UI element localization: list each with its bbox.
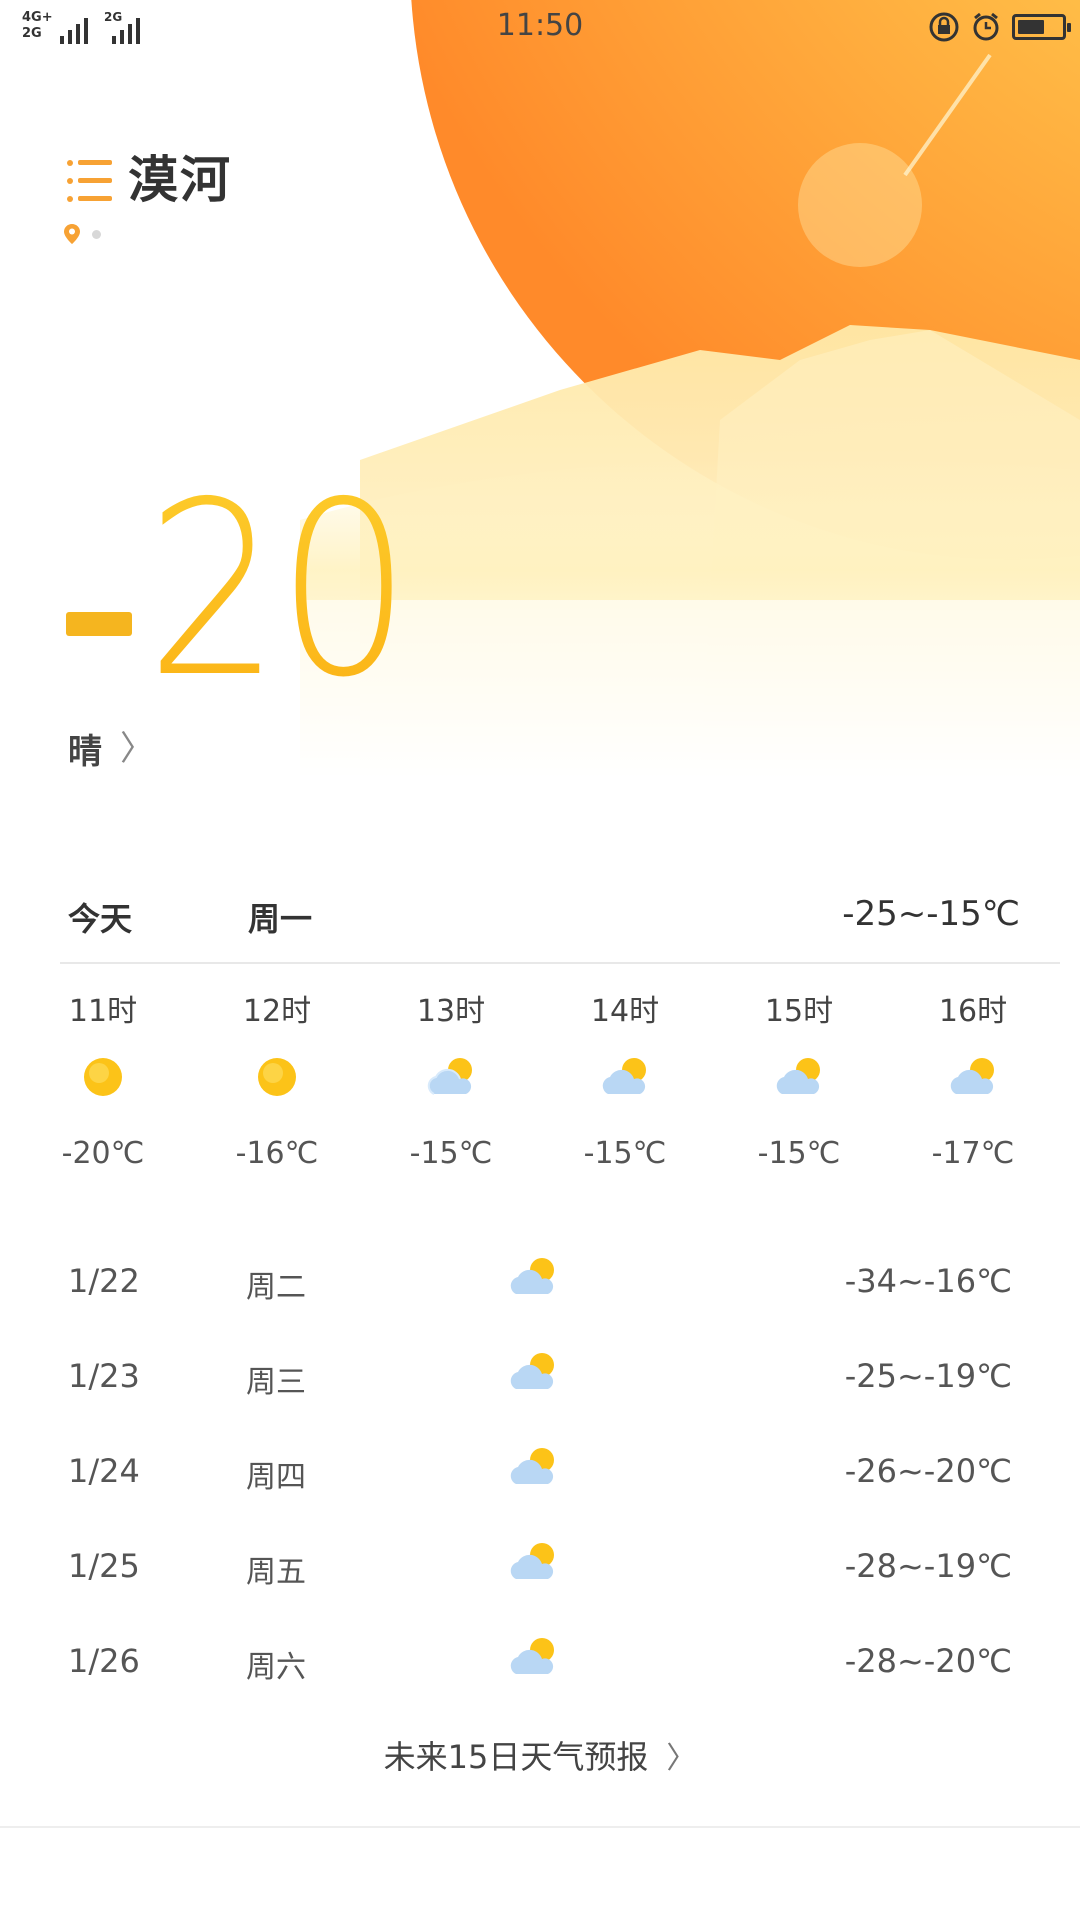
day-temp-range: -28~-19℃	[844, 1547, 1012, 1585]
current-temperature: 20	[66, 470, 443, 710]
partly-cloudy-icon	[510, 1543, 554, 1579]
rotation-lock-icon	[929, 12, 959, 42]
day-temp-range: -34~-16℃	[844, 1262, 1012, 1300]
page-indicator	[64, 222, 101, 246]
divider	[60, 962, 1060, 964]
partly-cloudy-icon	[510, 1258, 554, 1294]
day-temp-range: -25~-19℃	[844, 1357, 1012, 1395]
status-bar: 4G+ 2G 2G 11:50	[0, 0, 1080, 54]
partly-cloudy-icon	[510, 1448, 554, 1484]
today-summary: 今天 周一 -25~-15℃	[60, 890, 1020, 940]
daily-forecast-row[interactable]: 1/22 周二 -34~-16℃	[60, 1254, 1020, 1314]
hour-temp: -15℃	[757, 1136, 841, 1171]
partly-cloudy-icon	[950, 1058, 994, 1094]
battery-icon	[1012, 14, 1071, 40]
day-date: 1/24	[68, 1452, 140, 1490]
daily-forecast-row[interactable]: 1/25 周五 -28~-19℃	[60, 1539, 1020, 1599]
hour-item: 14时 -15℃	[552, 992, 698, 1171]
hour-label: 13时	[416, 994, 486, 1029]
menu-list-icon[interactable]	[66, 158, 114, 204]
page-dot	[92, 229, 101, 239]
day-date: 1/22	[68, 1262, 140, 1300]
15-day-forecast-link[interactable]: 未来15日天气预报〉	[0, 1732, 1080, 1778]
daily-forecast-row[interactable]: 1/23 周三 -25~-19℃	[60, 1349, 1020, 1409]
day-temp-range: -28~-20℃	[844, 1642, 1012, 1680]
day-weekday: 周三	[246, 1365, 306, 1400]
today-label: 今天	[68, 900, 133, 938]
hour-temp: -20℃	[61, 1136, 145, 1171]
partly-cloudy-icon	[776, 1058, 820, 1094]
daily-forecast-row[interactable]: 1/24 周四 -26~-20℃	[60, 1444, 1020, 1504]
location-pin-icon	[64, 224, 80, 244]
hour-temp: -17℃	[931, 1136, 1015, 1171]
day-date: 1/23	[68, 1357, 140, 1395]
hour-label: 12时	[242, 994, 312, 1029]
today-temp-range: -25~-15℃	[842, 894, 1020, 934]
weather-condition-link[interactable]: 晴 〉	[68, 724, 154, 773]
sun-icon	[84, 1058, 122, 1096]
hour-temp: -15℃	[583, 1136, 667, 1171]
partly-cloudy-icon	[427, 1058, 472, 1095]
partly-cloudy-icon	[510, 1353, 554, 1389]
day-weekday: 周六	[246, 1650, 306, 1685]
status-time: 11:50	[496, 8, 584, 43]
daily-forecast-row[interactable]: 1/26 周六 -28~-20℃	[60, 1634, 1020, 1694]
day-weekday: 周五	[246, 1555, 306, 1590]
day-date: 1/25	[68, 1547, 140, 1585]
today-weekday: 周一	[248, 900, 313, 938]
divider	[0, 1826, 1080, 1828]
sun-icon	[258, 1058, 296, 1096]
hour-item: 13时 -15℃	[378, 992, 524, 1171]
hour-item: 16时 -17℃	[900, 992, 1046, 1171]
city-name[interactable]: 漠河	[128, 140, 232, 212]
chevron-right-icon: 〉	[120, 728, 154, 769]
hour-item: 12时 -16℃	[204, 992, 350, 1171]
forecast-link-label: 未来15日天气预报	[383, 1738, 649, 1776]
hour-temp: -16℃	[235, 1136, 319, 1171]
hourly-forecast[interactable]: 11时 -20℃ 12时 -16℃ 13时 -15℃ 14时 -15℃ 15时 …	[30, 992, 1050, 1192]
day-weekday: 周四	[246, 1460, 306, 1495]
hour-label: 16时	[938, 994, 1008, 1029]
hour-label: 14时	[590, 994, 660, 1029]
day-weekday: 周二	[246, 1270, 306, 1305]
hour-item: 11时 -20℃	[30, 992, 176, 1171]
hour-temp: -15℃	[409, 1136, 493, 1171]
day-temp-range: -26~-20℃	[844, 1452, 1012, 1490]
condition-text: 晴	[68, 732, 102, 772]
temperature-minus-sign	[66, 612, 132, 636]
temperature-value: 20	[146, 450, 411, 730]
alarm-icon	[973, 12, 999, 41]
day-date: 1/26	[68, 1642, 140, 1680]
partly-cloudy-icon	[510, 1638, 554, 1674]
partly-cloudy-icon	[602, 1058, 646, 1094]
chevron-right-icon: 〉	[666, 1741, 697, 1776]
hour-label: 15时	[764, 994, 834, 1029]
hour-label: 11时	[68, 994, 138, 1029]
hour-item: 15时 -15℃	[726, 992, 872, 1171]
